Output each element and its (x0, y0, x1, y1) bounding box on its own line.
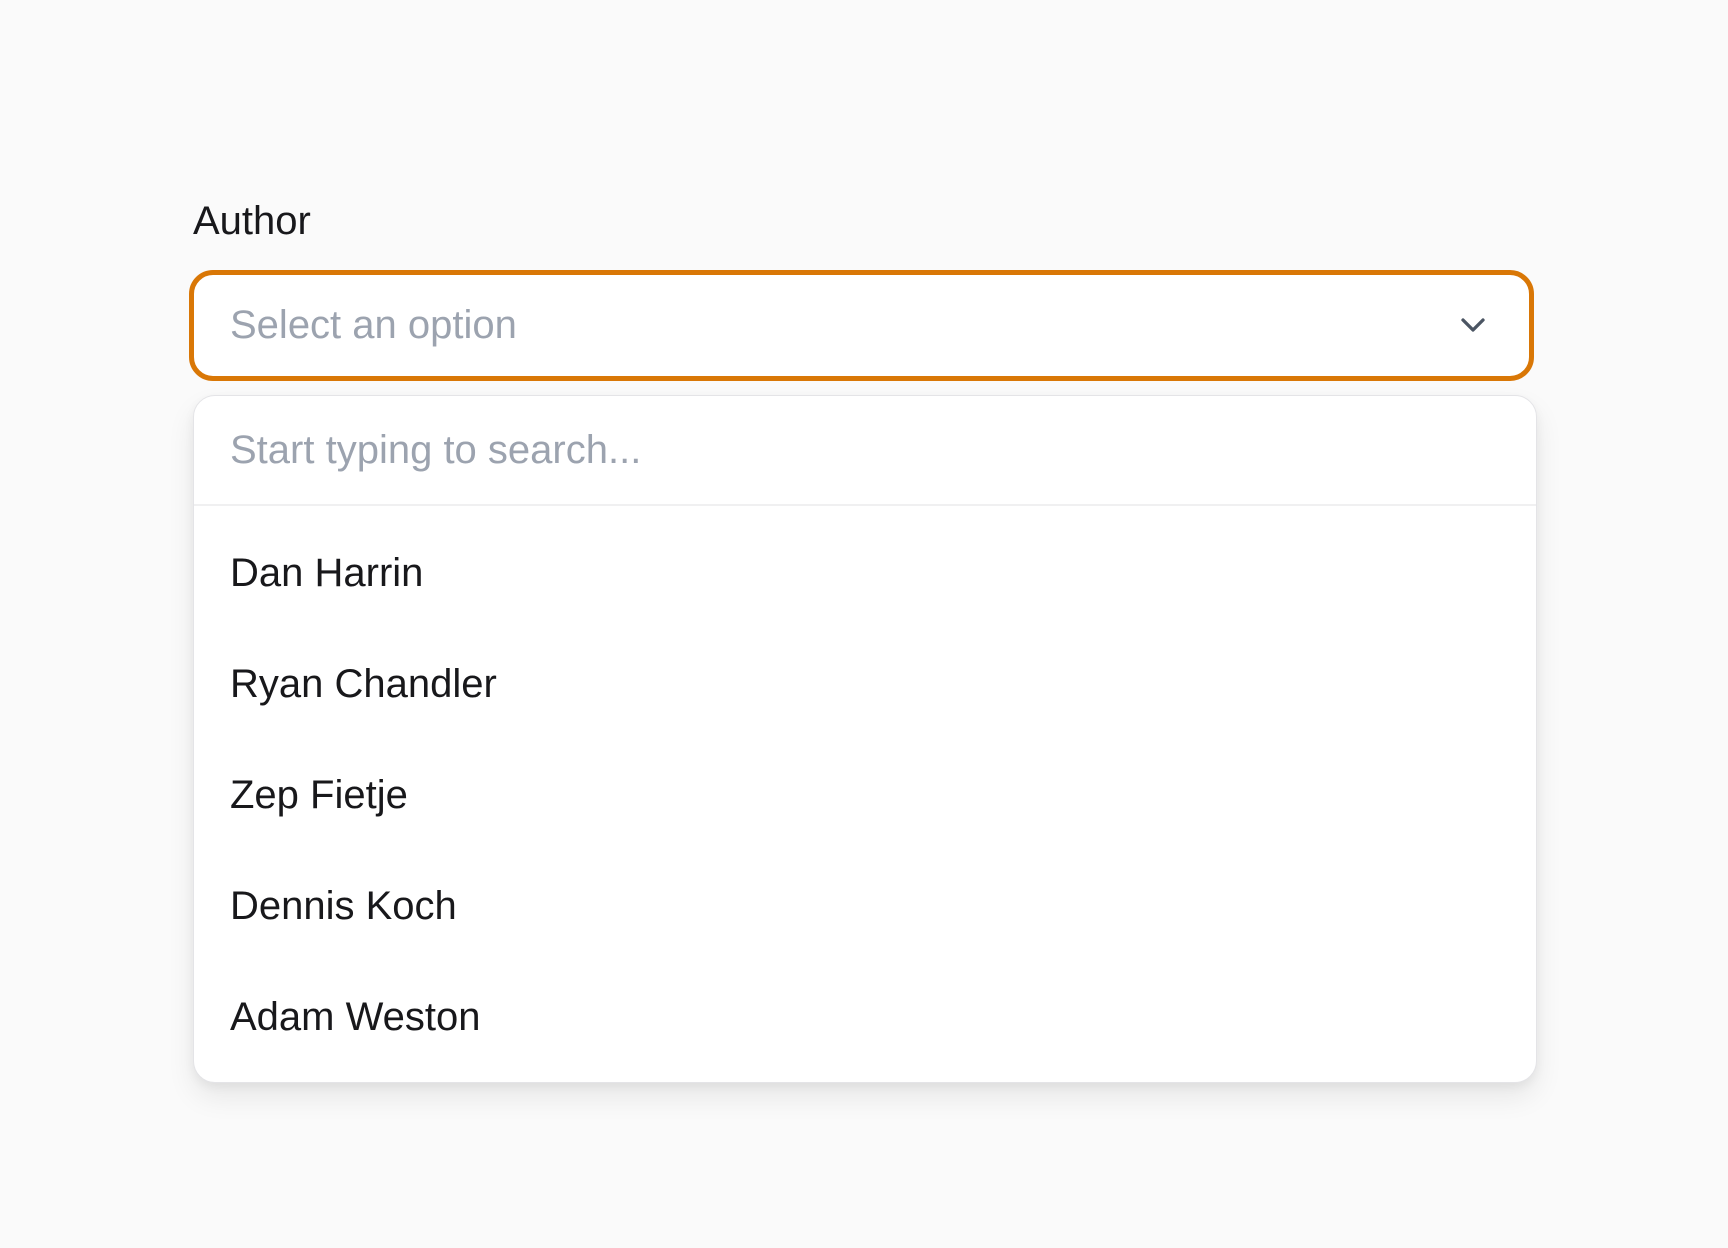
field-label: Author (193, 199, 311, 243)
author-field: Author Select an option (189, 195, 1538, 381)
options-list: Dan Harrin Ryan Chandler Zep Fietje Denn… (194, 506, 1536, 1073)
chevron-down-icon (1461, 318, 1485, 332)
author-select[interactable]: Select an option (189, 270, 1534, 381)
option-item[interactable]: Dan Harrin (194, 518, 1536, 629)
select-placeholder: Select an option (230, 303, 517, 347)
search-input[interactable] (194, 396, 1536, 506)
option-item[interactable]: Adam Weston (194, 962, 1536, 1073)
option-item[interactable]: Ryan Chandler (194, 629, 1536, 740)
options-dropdown: Dan Harrin Ryan Chandler Zep Fietje Denn… (193, 395, 1537, 1083)
option-item[interactable]: Dennis Koch (194, 851, 1536, 962)
option-item[interactable]: Zep Fietje (194, 740, 1536, 851)
